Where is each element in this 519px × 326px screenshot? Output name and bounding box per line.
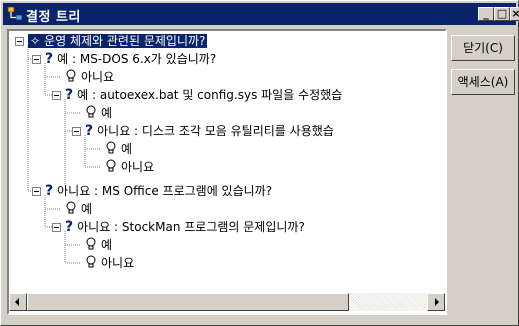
scroll-left-button[interactable] <box>9 293 27 311</box>
decision-tree-window: 결정 트리 _ □ × ✧ 운영 체제와 관련된 문제입니까? ? 예: MS… <box>0 0 519 326</box>
lightbulb-icon <box>86 105 96 118</box>
tree-node-label: 아니요 : StockMan 프로그램의 문제입니까? <box>77 220 305 234</box>
close-window-button[interactable]: × <box>510 7 519 21</box>
collapse-toggle[interactable] <box>15 37 24 46</box>
collapse-toggle[interactable] <box>32 187 41 196</box>
tree-node-label: 아니요 : MS Office 프로그램에 있습니까? <box>57 184 273 198</box>
tree-node-label: 예 <box>101 106 113 120</box>
lightbulb-icon <box>86 255 96 268</box>
tree-node[interactable]: 아니요 <box>65 68 114 86</box>
tree-node-label: 예 <box>101 238 113 252</box>
close-button[interactable]: 닫기(C) <box>451 35 515 61</box>
tree-node-label: 예 <box>121 142 133 156</box>
root-node-icon: ✧ <box>28 34 43 48</box>
scrollbar-thumb[interactable] <box>27 293 349 311</box>
minimize-button[interactable]: _ <box>478 7 494 21</box>
tree-node-label: 예 : autoexex.bat 및 config.sys 파일을 수정했습 <box>77 88 343 102</box>
decision-tree-icon <box>7 6 23 21</box>
maximize-button[interactable]: □ <box>494 7 510 21</box>
arrow-left-icon <box>15 298 19 306</box>
lightbulb-icon <box>106 159 116 172</box>
tree-node-label: 아니요 <box>81 70 115 84</box>
tree-node-label: 아니요 : 디스크 조각 모음 유틸리티를 사용했습 <box>97 124 334 138</box>
tree-node-label: 아니요 <box>101 256 135 270</box>
lightbulb-icon <box>86 237 96 250</box>
tree-node[interactable]: 아니요 <box>85 254 134 272</box>
tree-node[interactable]: ? 아니요 : StockMan 프로그램의 문제입니까? <box>65 218 305 236</box>
tree-node[interactable]: 예 <box>65 200 92 218</box>
window-title: 결정 트리 <box>26 10 81 25</box>
question-mark-icon: ? <box>45 183 54 199</box>
title-bar[interactable]: 결정 트리 _ □ × <box>3 3 519 25</box>
question-mark-icon: ? <box>65 87 74 103</box>
collapse-toggle[interactable] <box>52 223 61 232</box>
tree-root-node[interactable]: ✧ 운영 체제와 관련된 문제입니까? <box>28 32 208 50</box>
question-mark-icon: ? <box>65 219 74 235</box>
tree-node[interactable]: ? 예 : autoexex.bat 및 config.sys 파일을 수정했습 <box>65 86 342 104</box>
question-mark-icon: ? <box>85 123 94 139</box>
tree-node[interactable]: ? 예 : MS-DOS 6.x가 있습니까? <box>45 50 216 68</box>
arrow-right-icon <box>435 298 439 306</box>
horizontal-scrollbar[interactable] <box>9 293 445 311</box>
tree-node[interactable]: 아니요 <box>105 158 154 176</box>
tree-node-label: 아니요 <box>121 160 155 174</box>
collapse-toggle[interactable] <box>52 91 61 100</box>
decision-tree-view[interactable]: ✧ 운영 체제와 관련된 문제입니까? ? 예 : MS-DOS 6.x가 있습니까… <box>7 29 447 315</box>
tree-node[interactable]: 예 <box>85 236 112 254</box>
lightbulb-icon <box>66 69 76 82</box>
lightbulb-icon <box>66 201 76 214</box>
tree-node[interactable]: ? 아니요 : 디스크 조각 모음 유틸리티를 사용했습 <box>85 122 334 140</box>
lightbulb-icon <box>106 141 116 154</box>
tree-node[interactable]: 예 <box>85 104 112 122</box>
collapse-toggle[interactable] <box>72 127 81 136</box>
tree-node[interactable]: 예 <box>105 140 132 158</box>
scroll-right-button[interactable] <box>427 293 445 311</box>
tree-node-label: 운영 체제와 관련된 문제입니까? <box>42 34 208 48</box>
tree-node-label: 예 <box>81 202 93 216</box>
tree-node-label: 예 : MS-DOS 6.x가 있습니까? <box>57 52 217 66</box>
tree-node[interactable]: ? 아니요 : MS Office 프로그램에 있습니까? <box>45 182 272 200</box>
collapse-toggle[interactable] <box>32 55 41 64</box>
access-button[interactable]: 액세스(A) <box>451 69 515 95</box>
question-mark-icon: ? <box>45 51 54 67</box>
